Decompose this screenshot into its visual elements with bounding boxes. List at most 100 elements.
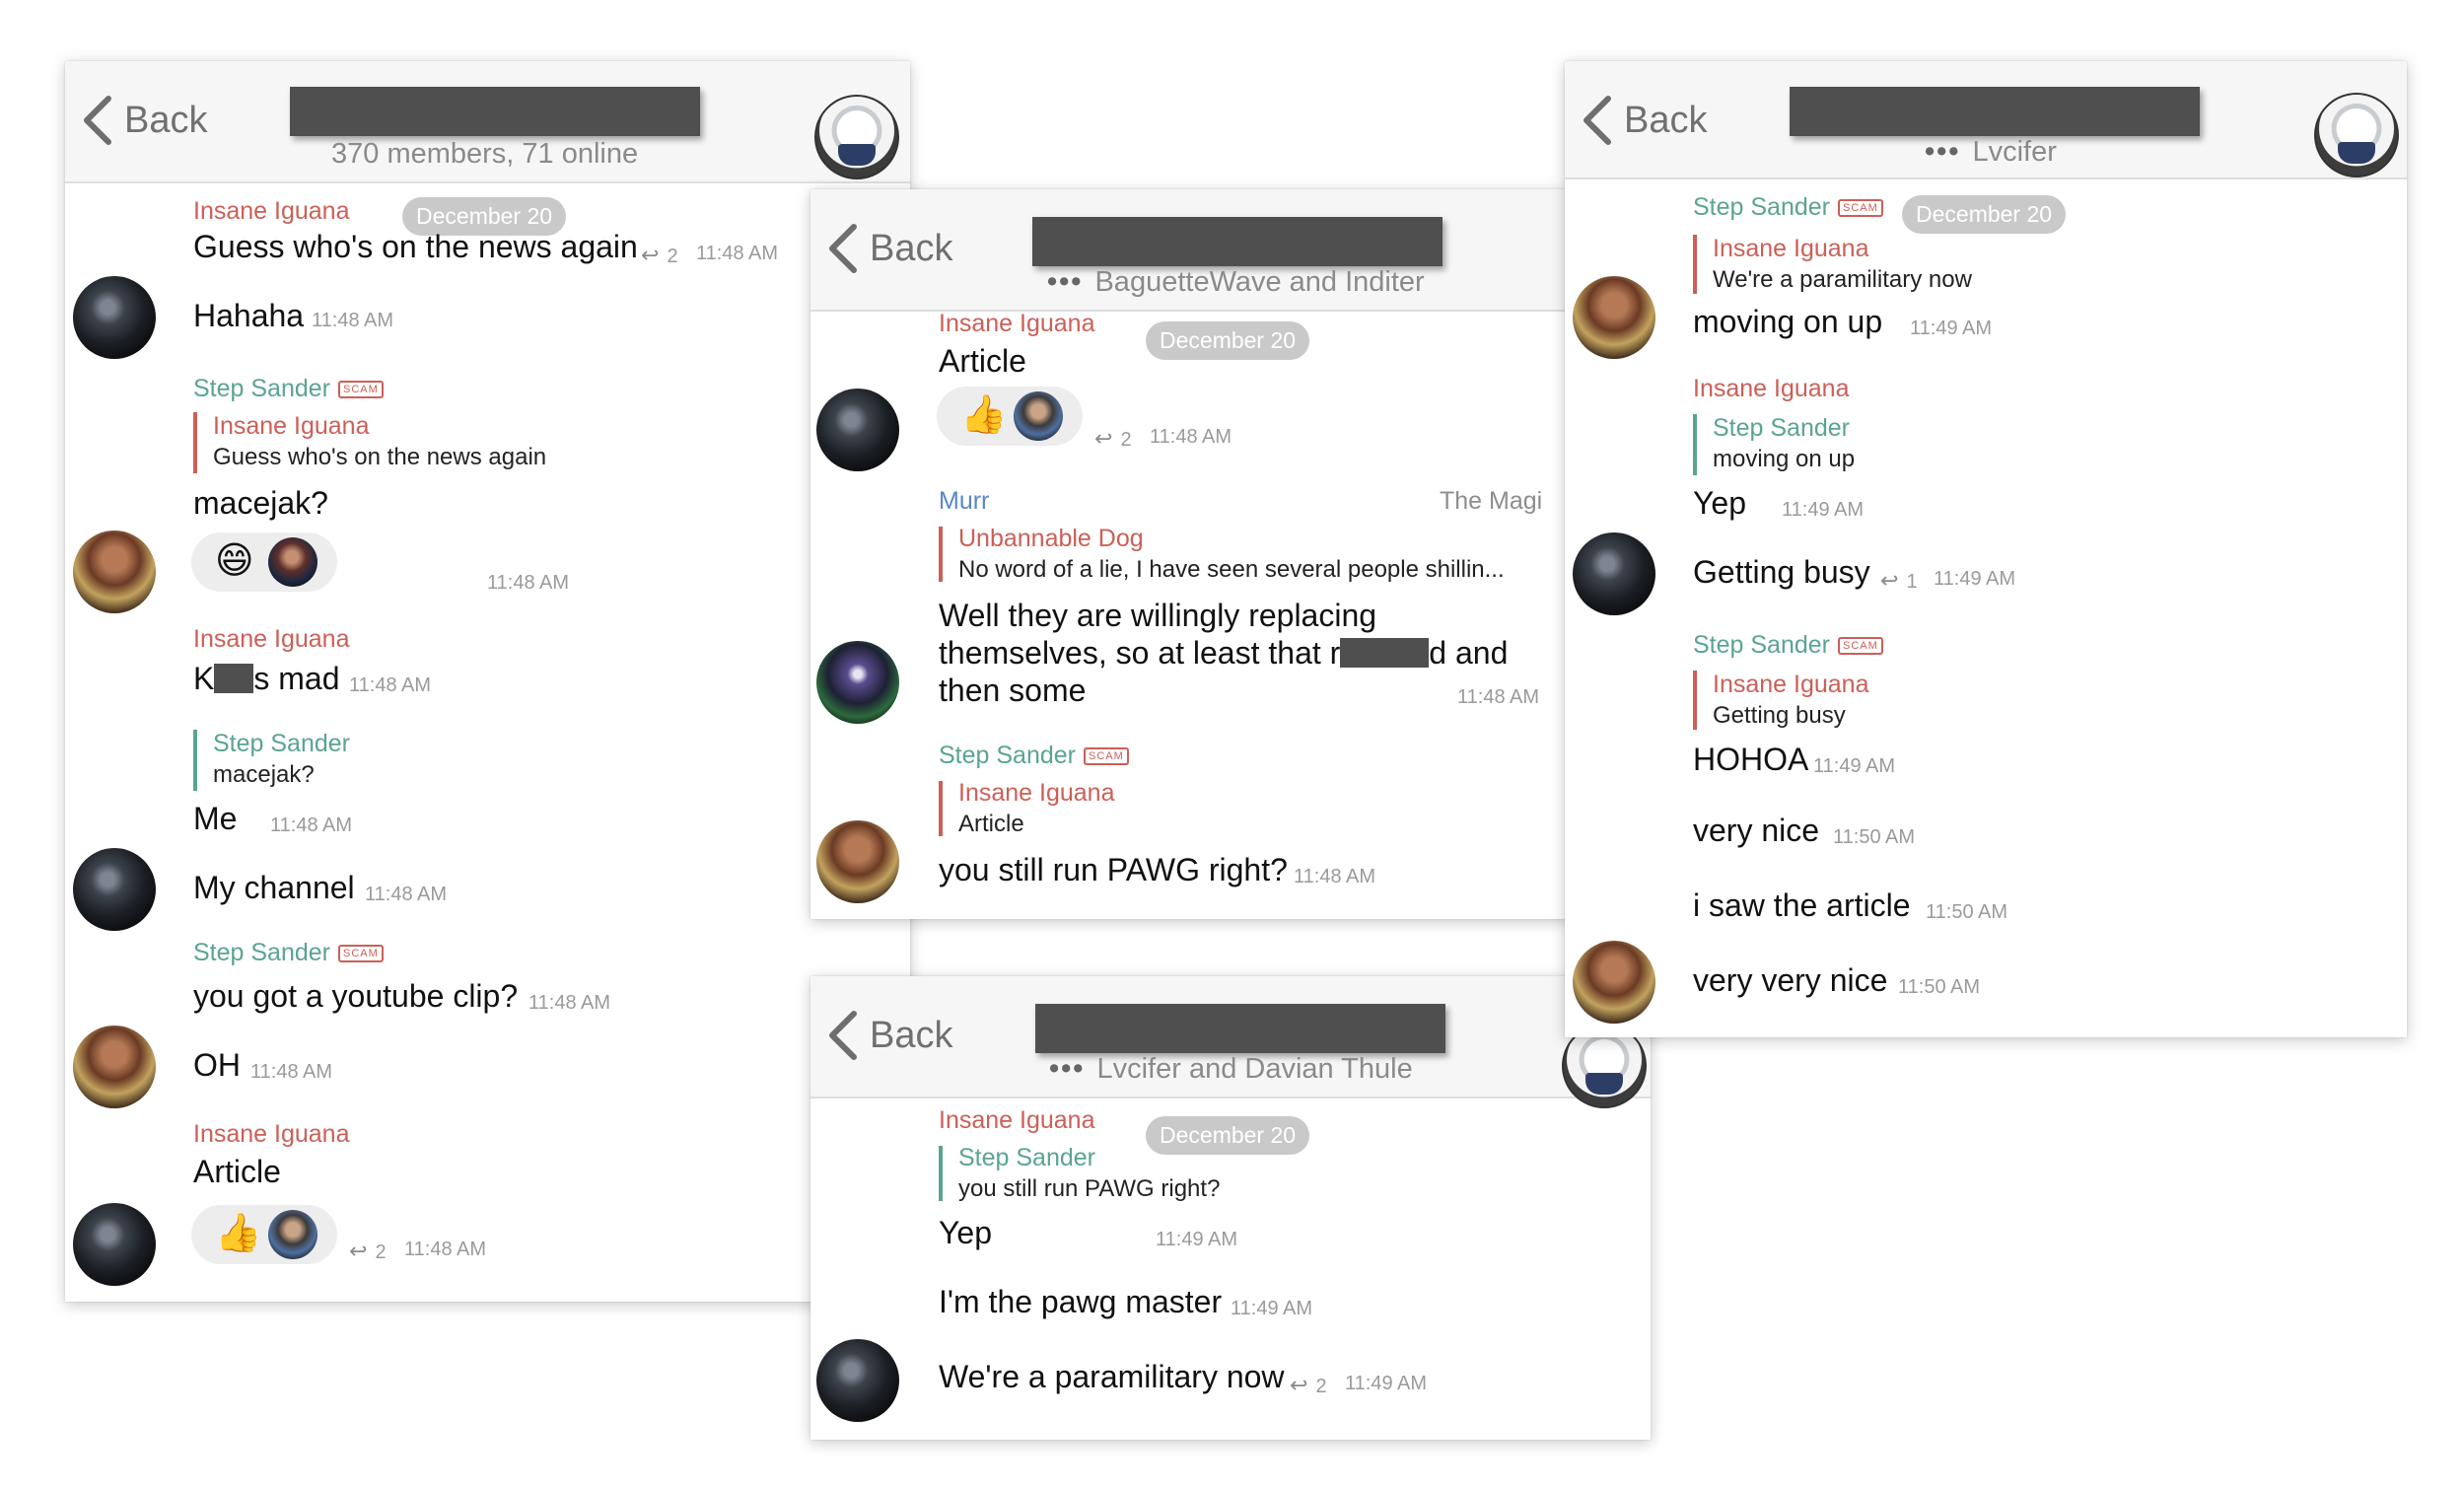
quoted-sender[interactable]: Step Sander xyxy=(1713,414,1850,443)
quoted-text: Getting busy xyxy=(1713,702,1846,729)
message-text: Article xyxy=(193,1154,281,1189)
message-text: Article xyxy=(939,343,1026,379)
message-text: moving on up xyxy=(1693,304,1883,339)
sender-name[interactable]: Insane Iguana xyxy=(1693,375,1849,403)
redacted-chat-title xyxy=(1032,217,1443,266)
quoted-sender[interactable]: Unbannable Dog xyxy=(958,525,1144,553)
scam-badge: SCAM xyxy=(1084,747,1129,765)
grinning-emoji-icon: 😄 xyxy=(215,540,254,582)
scam-badge: SCAM xyxy=(338,945,384,962)
chat-avatar[interactable] xyxy=(2314,93,2399,177)
chevron-left-icon xyxy=(84,96,111,145)
sender-name-text: Step Sander xyxy=(193,375,330,402)
message-text: Guess who's on the news again xyxy=(193,229,638,264)
reaction-bar[interactable]: 😄 xyxy=(191,532,337,592)
message-time: 11:49 AM xyxy=(1934,568,2016,590)
back-button[interactable]: Back xyxy=(826,219,952,278)
sender-name[interactable]: Insane Iguana xyxy=(193,625,349,654)
typing-dots-icon: ••• xyxy=(1047,266,1084,298)
quoted-sender[interactable]: Insane Iguana xyxy=(213,412,369,441)
message-time: 11:48 AM xyxy=(250,1061,333,1083)
reactor-avatar xyxy=(268,1210,317,1259)
back-label: Back xyxy=(870,227,953,269)
reply-count[interactable]: ↩ 2 xyxy=(1094,426,1132,452)
user-avatar[interactable] xyxy=(73,1203,156,1286)
reaction-bar[interactable]: 👍 xyxy=(937,387,1083,446)
reply-quote-bar xyxy=(193,730,197,791)
quoted-sender[interactable]: Insane Iguana xyxy=(958,779,1114,808)
reply-quote-bar xyxy=(193,412,197,473)
chat-panel-direct: Back ••• BaguetteWave and Inditer Insane … xyxy=(810,189,1570,919)
quoted-text: Article xyxy=(958,811,1024,837)
typing-dots-icon: ••• xyxy=(1925,136,1961,168)
quoted-text: you still run PAWG right? xyxy=(958,1175,1221,1202)
message-time: 11:48 AM xyxy=(528,992,611,1014)
quoted-sender[interactable]: Step Sander xyxy=(213,730,350,758)
back-button[interactable]: Back xyxy=(826,1006,952,1065)
message-time: 11:49 AM xyxy=(1813,755,1896,777)
reply-count[interactable]: ↩ 1 xyxy=(1880,568,1918,594)
sender-name[interactable]: Step Sander SCAM xyxy=(193,939,384,967)
sender-name[interactable]: Murr xyxy=(939,487,989,516)
group-avatar[interactable] xyxy=(814,95,899,179)
quoted-sender[interactable]: Step Sander xyxy=(958,1144,1095,1172)
quoted-text: No word of a lie, I have seen several pe… xyxy=(958,556,1505,583)
reply-count[interactable]: ↩ 2 xyxy=(641,243,678,268)
sender-name-text: Step Sander xyxy=(193,939,330,966)
sender-name[interactable]: Insane Iguana xyxy=(193,1120,349,1149)
reply-icon: ↩ xyxy=(641,243,660,267)
reply-count-value: 2 xyxy=(1315,1376,1327,1397)
user-avatar[interactable] xyxy=(73,848,156,931)
sender-name[interactable]: Insane Iguana xyxy=(939,310,1094,338)
message-time: 11:50 AM xyxy=(1833,826,1916,848)
quoted-text: macejak? xyxy=(213,761,315,788)
user-avatar[interactable] xyxy=(1573,532,1655,615)
participants-text: Lvcifer xyxy=(1972,136,2057,168)
message-text: Yep xyxy=(1693,485,1746,521)
quoted-sender[interactable]: Insane Iguana xyxy=(1713,671,1868,699)
date-separator: December 20 xyxy=(1146,1116,1310,1155)
back-button[interactable]: Back xyxy=(81,91,207,150)
user-avatar[interactable] xyxy=(816,1339,899,1422)
quoted-sender[interactable]: Insane Iguana xyxy=(1713,235,1868,263)
message-time: 11:48 AM xyxy=(1294,866,1376,887)
message-time: 11:49 AM xyxy=(1156,1229,1238,1250)
redacted-word xyxy=(214,664,254,693)
chat-participants: ••• BaguetteWave and Inditer xyxy=(1047,266,1425,299)
reaction-bar[interactable]: 👍 xyxy=(191,1205,337,1264)
scam-badge: SCAM xyxy=(1838,637,1883,655)
chat-panel-group: Back 370 members, 71 online Insane Iguan… xyxy=(65,61,910,1302)
message-time: 11:48 AM xyxy=(696,243,779,264)
sender-name[interactable]: Step Sander SCAM xyxy=(193,375,384,403)
user-avatar[interactable] xyxy=(816,641,899,724)
user-avatar[interactable] xyxy=(816,389,899,471)
sender-name[interactable]: Step Sander SCAM xyxy=(1693,193,1883,222)
reactor-avatar xyxy=(268,537,317,587)
sender-name[interactable]: Step Sander SCAM xyxy=(1693,631,1883,660)
scam-badge: SCAM xyxy=(338,381,384,398)
sender-name[interactable]: Step Sander SCAM xyxy=(939,742,1129,770)
user-avatar[interactable] xyxy=(1573,941,1655,1024)
user-avatar[interactable] xyxy=(1573,276,1655,359)
sender-name[interactable]: Insane Iguana xyxy=(939,1106,1094,1135)
chat-header: Back 370 members, 71 online xyxy=(65,61,910,183)
scam-badge: SCAM xyxy=(1838,199,1883,217)
user-avatar[interactable] xyxy=(816,820,899,903)
message-text: very nice xyxy=(1693,813,1820,848)
redacted-chat-title xyxy=(290,87,700,136)
reply-count[interactable]: ↩ 2 xyxy=(1290,1373,1327,1398)
sender-name-text: Step Sander xyxy=(1693,193,1830,221)
message-text: OH xyxy=(193,1047,241,1083)
message-text: I'm the pawg master xyxy=(939,1284,1223,1319)
reply-count[interactable]: ↩ 2 xyxy=(349,1239,387,1264)
date-separator: December 20 xyxy=(1146,321,1310,360)
participants-text: BaguetteWave and Inditer xyxy=(1094,266,1425,298)
thumbs-up-emoji-icon: 👍 xyxy=(960,394,1008,436)
reply-icon: ↩ xyxy=(1880,568,1899,593)
user-avatar[interactable] xyxy=(73,276,156,359)
message-time: 11:48 AM xyxy=(487,572,570,594)
back-button[interactable]: Back xyxy=(1581,91,1707,150)
user-avatar[interactable] xyxy=(73,1026,156,1108)
user-avatar[interactable] xyxy=(73,531,156,613)
sender-name[interactable]: Insane Iguana xyxy=(193,197,349,226)
